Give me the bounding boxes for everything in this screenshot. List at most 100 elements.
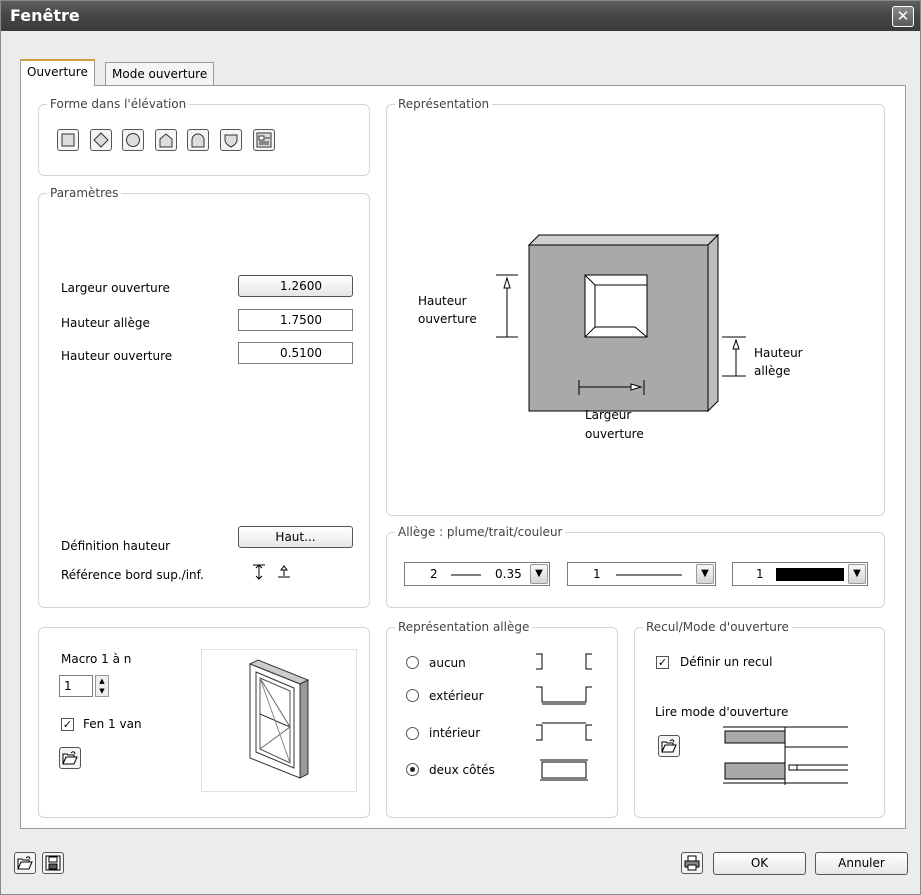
diamond-icon bbox=[93, 132, 109, 148]
line-type-combo[interactable]: 1 ▼ bbox=[567, 562, 716, 586]
pen-dropdown-arrow[interactable]: ▼ bbox=[530, 564, 548, 584]
tab-ouverture[interactable]: Ouverture bbox=[20, 59, 95, 86]
macro-spinner[interactable]: ▲ ▼ bbox=[95, 675, 109, 697]
save-icon bbox=[45, 855, 61, 871]
radio-aucun-label: aucun bbox=[429, 656, 466, 670]
window-diagram bbox=[496, 233, 746, 413]
recul-section-diagram bbox=[723, 726, 848, 785]
footer-open-button[interactable] bbox=[14, 852, 36, 874]
spinner-down-icon[interactable]: ▼ bbox=[96, 686, 108, 696]
close-icon: ✕ bbox=[896, 7, 910, 25]
circle-icon bbox=[126, 133, 140, 147]
reference-bord-label: Référence bord sup./inf. bbox=[61, 568, 204, 582]
pen-value: 2 bbox=[430, 567, 438, 581]
fen-checkbox-label: Fen 1 van bbox=[83, 717, 142, 731]
dialog-window: Fenêtre ✕ Ouverture Mode ouverture Forme… bbox=[0, 0, 921, 895]
shape-custom-button[interactable] bbox=[253, 129, 275, 151]
radio-aucun[interactable] bbox=[406, 656, 419, 669]
folder-open-icon bbox=[17, 856, 33, 870]
pen-combo[interactable]: 2 0.35 ▼ bbox=[404, 562, 550, 586]
cancel-button[interactable]: Annuler bbox=[815, 852, 908, 875]
diagram-hauteur-allege-2: allège bbox=[754, 364, 791, 378]
printer-icon bbox=[684, 855, 700, 871]
allege-interieur-icon bbox=[536, 722, 592, 741]
tab-mode-ouverture[interactable]: Mode ouverture bbox=[105, 62, 215, 86]
radio-interieur[interactable] bbox=[406, 727, 419, 740]
hauteur-ouverture-field[interactable]: 0.5100 bbox=[238, 342, 353, 364]
diagram-hauteur-allege-1: Hauteur bbox=[754, 346, 803, 360]
allege-exterieur-icon bbox=[536, 686, 592, 705]
spinner-up-icon[interactable]: ▲ bbox=[96, 676, 108, 686]
reference-inf-button[interactable] bbox=[274, 561, 293, 581]
line-type-sample bbox=[616, 574, 682, 576]
forme-group-title: Forme dans l'élévation bbox=[47, 96, 190, 112]
radio-interieur-label: intérieur bbox=[429, 726, 481, 740]
shield-icon bbox=[224, 134, 238, 148]
macro-spinner-field[interactable]: 1 bbox=[59, 675, 93, 697]
allege-deux-cotes-icon bbox=[540, 759, 588, 781]
largeur-field[interactable]: 1.2600 bbox=[238, 275, 353, 297]
chevron-down-icon: ▼ bbox=[535, 568, 543, 579]
footer-save-button[interactable] bbox=[42, 852, 64, 874]
macro-open-button[interactable] bbox=[59, 747, 81, 769]
window-3d-preview-icon bbox=[248, 659, 310, 779]
line-weight-value: 0.35 bbox=[495, 567, 522, 581]
folder-open-icon bbox=[62, 751, 78, 765]
shape-arch-button[interactable] bbox=[187, 129, 209, 151]
baseline-arrow-icon bbox=[278, 565, 290, 578]
shape-diamond-button[interactable] bbox=[90, 129, 112, 151]
color-index-value: 1 bbox=[756, 567, 764, 581]
parametres-group-title: Paramètres bbox=[47, 185, 122, 201]
print-button[interactable] bbox=[681, 852, 703, 874]
radio-exterieur-label: extérieur bbox=[429, 689, 484, 703]
folder-open-icon bbox=[661, 739, 677, 753]
line-type-dropdown-arrow[interactable]: ▼ bbox=[696, 564, 714, 584]
diagram-largeur-1: Largeur bbox=[585, 408, 632, 422]
height-arrows-icon bbox=[253, 564, 265, 580]
allege-aucun-icon bbox=[536, 653, 592, 670]
lire-mode-open-button[interactable] bbox=[658, 735, 680, 757]
radio-exterieur[interactable] bbox=[406, 689, 419, 702]
shape-pentagon-button[interactable] bbox=[155, 129, 177, 151]
recul-checkbox-label: Définir un recul bbox=[680, 655, 773, 669]
diagram-largeur-2: ouverture bbox=[585, 427, 644, 441]
haut-button[interactable]: Haut... bbox=[238, 526, 353, 548]
largeur-label: Largeur ouverture bbox=[61, 281, 170, 295]
shape-shield-button[interactable] bbox=[220, 129, 242, 151]
diagram-hauteur-ouverture-1: Hauteur bbox=[418, 294, 467, 308]
tab-mode-ouverture-label: Mode ouverture bbox=[112, 67, 208, 81]
radio-deux-cotes[interactable] bbox=[406, 763, 419, 776]
line-type-value: 1 bbox=[593, 567, 601, 581]
window-preview bbox=[201, 649, 357, 792]
rectangle-icon bbox=[61, 133, 75, 147]
recul-group-title: Recul/Mode d'ouverture bbox=[643, 619, 792, 635]
reference-sup-button[interactable] bbox=[249, 561, 268, 581]
fen-checkbox[interactable]: ✓ bbox=[61, 718, 74, 731]
definition-hauteur-label: Définition hauteur bbox=[61, 539, 171, 553]
lire-mode-label: Lire mode d'ouverture bbox=[655, 705, 789, 719]
shape-rectangle-button[interactable] bbox=[57, 129, 79, 151]
color-dropdown-arrow[interactable]: ▼ bbox=[848, 564, 866, 584]
pen-line-sample bbox=[451, 574, 481, 576]
ok-button[interactable]: OK bbox=[713, 852, 806, 875]
title-bar[interactable]: Fenêtre ✕ bbox=[1, 1, 920, 31]
macro-label: Macro 1 à n bbox=[61, 652, 132, 666]
recul-checkbox[interactable]: ✓ bbox=[656, 656, 669, 669]
hauteur-ouverture-label: Hauteur ouverture bbox=[61, 349, 173, 363]
allege-pen-group-title: Allège : plume/trait/couleur bbox=[395, 524, 566, 540]
shape-circle-button[interactable] bbox=[122, 129, 144, 151]
color-swatch bbox=[776, 568, 844, 581]
window-title: Fenêtre bbox=[10, 6, 80, 25]
representation-allege-title: Représentation allège bbox=[395, 619, 533, 635]
close-button[interactable]: ✕ bbox=[892, 6, 914, 27]
tab-ouverture-label: Ouverture bbox=[27, 65, 88, 79]
color-combo[interactable]: 1 ▼ bbox=[732, 562, 868, 586]
diagram-hauteur-ouverture-2: ouverture bbox=[418, 312, 477, 326]
radio-deux-cotes-label: deux côtés bbox=[429, 763, 495, 777]
pentagon-icon bbox=[159, 133, 173, 148]
chevron-down-icon: ▼ bbox=[853, 568, 861, 579]
chevron-down-icon: ▼ bbox=[701, 568, 709, 579]
custom-shape-icon bbox=[256, 132, 272, 148]
hauteur-allege-field[interactable]: 1.7500 bbox=[238, 309, 353, 331]
hauteur-allege-label: Hauteur allège bbox=[61, 316, 150, 330]
